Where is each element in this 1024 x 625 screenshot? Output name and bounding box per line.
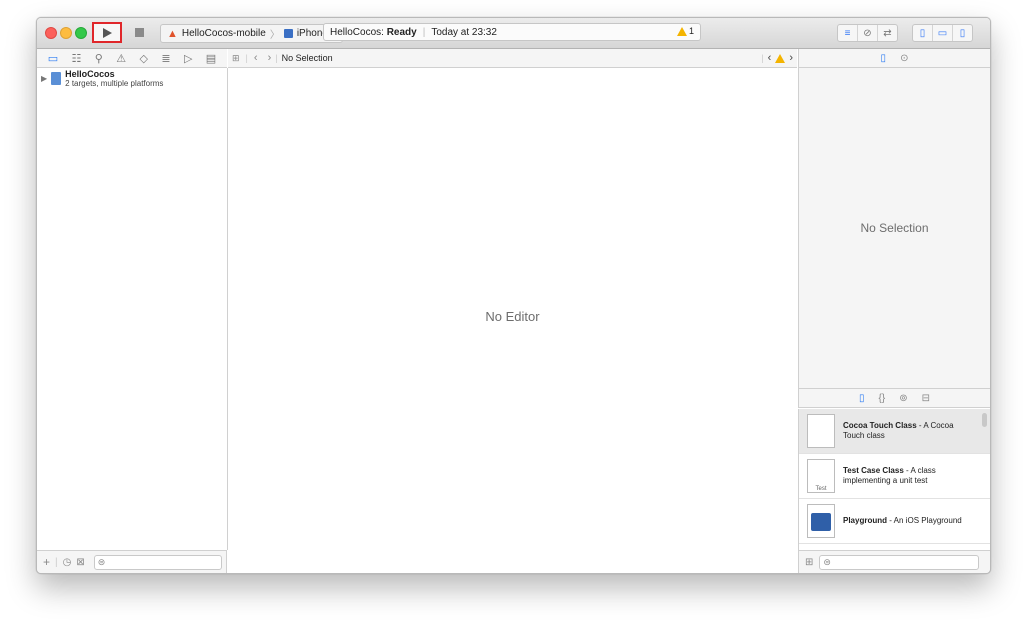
warning-badge[interactable]: 1 [676, 26, 694, 36]
stop-button[interactable] [135, 28, 144, 37]
library-item-test-case-class[interactable]: Test Test Case Class - A class implement… [799, 454, 990, 499]
warning-count: 1 [688, 26, 694, 36]
file-template-library-icon[interactable]: ▯ [859, 393, 865, 404]
recent-files-clock-icon[interactable]: ◷ [63, 557, 72, 568]
toggle-debug-icon[interactable]: ▭ [933, 25, 953, 41]
toggle-utilities-icon[interactable]: ▯ [953, 25, 972, 41]
minimize-window-button[interactable] [60, 27, 72, 39]
jumpbar-divider-icon: | [275, 53, 278, 63]
library-selector-bar: ▯ {} ⊚ ⊟ [798, 388, 990, 408]
xcode-window: ▲ HelloCocos-mobile 〉 iPhone 6 HelloCoco… [36, 17, 991, 574]
editor-mode-group: ≡ ⊘ ⇄ [837, 24, 898, 42]
library-footer: ⊞ ⊜ [798, 550, 990, 573]
project-navigator: ▶ HelloCocos 2 targets, multiple platfor… [37, 68, 228, 550]
code-snippet-library-icon[interactable]: {} [879, 393, 886, 404]
project-navigator-folder-icon[interactable]: ▭ [48, 52, 58, 65]
navigator-footer: + | ◷ ⊠ ⊜ [37, 550, 227, 573]
project-subtitle: 2 targets, multiple platforms [65, 79, 164, 88]
next-issue-chevron-icon[interactable]: › [789, 52, 793, 64]
play-icon [102, 27, 112, 38]
app-target-icon: ▲ [167, 27, 178, 40]
editor-area: No Editor [228, 68, 797, 573]
scheme-selector[interactable]: ▲ HelloCocos-mobile 〉 iPhone 6 [160, 24, 344, 43]
project-name: HelloCocos [65, 69, 115, 79]
test-navigator-icon[interactable]: ◇ [139, 52, 147, 65]
breakpoint-navigator-icon[interactable]: ▷ [184, 52, 192, 65]
go-forward-chevron-icon[interactable]: › [268, 52, 272, 64]
navigator-filter-input[interactable]: ⊜ [93, 554, 222, 570]
jumpbar-right-separator: | [761, 53, 764, 63]
report-navigator-icon[interactable]: ▤ [206, 52, 216, 65]
library-item-description: - An iOS Playground [887, 516, 962, 525]
view-toggle-group: ▯ ▭ ▯ [912, 24, 973, 42]
toolbar: ▲ HelloCocos-mobile 〉 iPhone 6 HelloCoco… [37, 18, 990, 49]
status-time: Today at 23:32 [431, 26, 497, 38]
library-item-text: Playground - An iOS Playground [843, 516, 973, 526]
device-icon [283, 29, 293, 38]
jumpbar-selection[interactable]: No Selection [282, 53, 333, 63]
inspector-placeholder: No Selection [860, 221, 929, 235]
navigator-selector-bar: ▭ ☷ ⚲ ⚠ ◇ ≣ ▷ ▤ [37, 49, 227, 68]
close-window-button[interactable] [45, 27, 57, 39]
test-thumb-label: Test [815, 486, 827, 492]
library-scrollbar[interactable] [982, 413, 987, 427]
library-view-grid-icon[interactable]: ⊞ [805, 557, 813, 568]
project-row[interactable]: ▶ HelloCocos 2 targets, multiple platfor… [41, 70, 163, 89]
library-item-playground[interactable]: Playground - An iOS Playground [799, 499, 990, 544]
library-item-text: Cocoa Touch Class - A Cocoa Touch class [843, 421, 973, 441]
library-filter-icon: ⊜ [823, 556, 831, 567]
test-case-file-icon: Test [807, 459, 835, 493]
debug-navigator-icon[interactable]: ≣ [161, 52, 170, 65]
file-template-library: Cocoa Touch Class - A Cocoa Touch class … [798, 409, 990, 550]
jump-bar: ⊞ | ‹ › | No Selection | ‹ › [228, 49, 797, 68]
disclosure-triangle-icon[interactable]: ▶ [41, 74, 47, 89]
run-button[interactable] [92, 22, 122, 43]
previous-issue-chevron-icon[interactable]: ‹ [768, 52, 772, 64]
symbol-navigator-icon[interactable]: ☷ [71, 52, 81, 65]
filter-icon: ⊜ [97, 556, 106, 567]
issue-stepper: | ‹ › [761, 52, 793, 64]
related-items-grid-icon[interactable]: ⊞ [232, 53, 240, 64]
assistant-editor-icon[interactable]: ⊘ [858, 25, 878, 41]
status-project: HelloCocos: [330, 26, 384, 38]
version-editor-icon[interactable]: ⇄ [878, 25, 897, 41]
footer-separator: | [55, 556, 58, 568]
playground-file-icon [807, 504, 835, 538]
library-filter-input[interactable]: ⊜ [819, 554, 980, 570]
issue-warning-icon[interactable] [775, 53, 786, 63]
scheme-target: HelloCocos-mobile [181, 28, 266, 39]
toggle-navigator-icon[interactable]: ▯ [913, 25, 933, 41]
file-inspector-document-icon[interactable]: ▯ [881, 53, 887, 64]
standard-editor-icon[interactable]: ≡ [838, 25, 858, 41]
quick-help-icon[interactable]: ⊙ [900, 53, 908, 64]
find-navigator-search-icon[interactable]: ⚲ [95, 52, 103, 65]
object-library-icon[interactable]: ⊚ [899, 393, 907, 404]
project-file-icon [51, 72, 62, 85]
library-item-title: Playground [843, 516, 888, 525]
media-library-icon[interactable]: ⊟ [922, 393, 930, 404]
scheme-separator: 〉 [269, 30, 280, 41]
library-item-title: Test Case Class [843, 466, 904, 475]
inspector-selector-bar: ▯ ⊙ [798, 49, 990, 68]
inspector-panel: No Selection [798, 68, 990, 388]
status-state: Ready [386, 26, 417, 38]
library-item-cocoa-touch-class[interactable]: Cocoa Touch Class - A Cocoa Touch class [799, 409, 990, 454]
warning-icon [676, 26, 687, 36]
activity-status: HelloCocos: Ready | Today at 23:32 1 [323, 23, 701, 41]
issue-navigator-icon[interactable]: ⚠ [116, 52, 126, 65]
go-back-chevron-icon[interactable]: ‹ [254, 52, 258, 64]
add-file-button[interactable]: + [43, 555, 50, 569]
editor-placeholder: No Editor [485, 309, 540, 324]
status-separator: | [422, 26, 426, 38]
cocoa-touch-file-icon [807, 414, 835, 448]
jumpbar-separator: | [245, 53, 248, 63]
library-item-text: Test Case Class - A class implementing a… [843, 466, 973, 486]
source-control-filter-icon[interactable]: ⊠ [76, 557, 84, 568]
zoom-window-button[interactable] [75, 27, 87, 39]
library-item-title: Cocoa Touch Class [843, 421, 917, 430]
